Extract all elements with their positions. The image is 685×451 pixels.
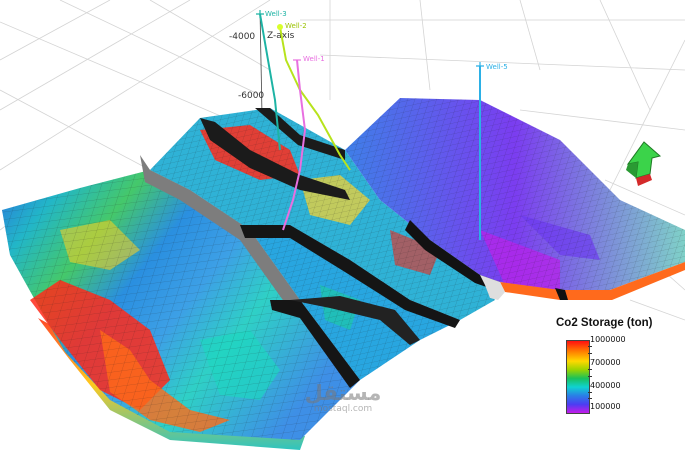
well-label: Well-3 [265,10,287,18]
orientation-arrow-icon[interactable] [622,140,664,188]
watermark: مستقل mostaql.com [298,382,388,414]
axis-tick-label: -4000 [229,32,255,42]
legend-tick-label: 700000 [590,358,621,367]
legend-tick-label: 100000 [590,402,621,411]
legend-color-bar [566,340,590,414]
watermark-arabic-text: مستقل [304,381,382,405]
well-head-icon [277,24,283,30]
axis-tick-label: -6000 [238,91,264,101]
3d-reservoir-viewport[interactable]: -4000 -6000 Z-axis Well-3 Well-2 Well-1 … [0,0,685,451]
legend-tick-label: 400000 [590,381,621,390]
well-label: Well-5 [486,63,508,71]
legend-title: Co2 Storage (ton) [556,317,653,329]
legend-tick-label: 1000000 [590,335,626,344]
well-label: Well-1 [303,55,325,63]
watermark-url: mostaql.com [313,404,373,414]
well-label: Well-2 [285,22,307,30]
